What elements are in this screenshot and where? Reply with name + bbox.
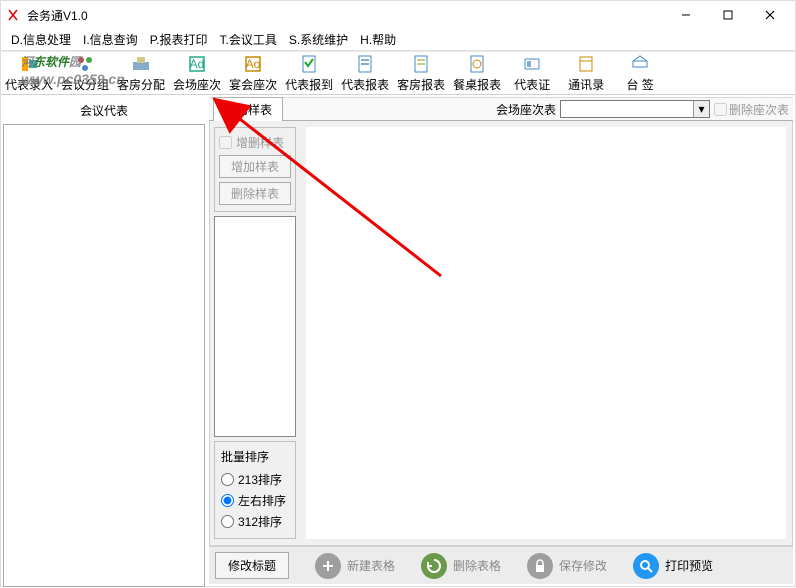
delegate-card-icon [522, 54, 542, 74]
tab-venue-sample[interactable]: 会场样表 [213, 97, 283, 121]
meeting-group-icon [75, 54, 95, 74]
menu-info-process[interactable]: D.信息处理 [5, 29, 77, 50]
tool-room-assign[interactable]: 客房分配 [113, 52, 169, 94]
sort-group-title: 批量排序 [221, 448, 289, 465]
chevron-down-icon: ▾ [693, 101, 709, 117]
tool-delegate-report[interactable]: 代表报表 [337, 52, 393, 94]
menubar: D.信息处理 I.信息查询 P.报表打印 T.会议工具 S.系统维护 H.帮助 [1, 29, 795, 51]
menu-report-print[interactable]: P.报表打印 [144, 29, 214, 50]
seat-table-label: 会场座次表 [496, 101, 556, 118]
tool-table-report[interactable]: 餐桌报表 [449, 52, 505, 94]
room-assign-icon [131, 54, 151, 74]
sort-213-radio[interactable]: 213排序 [221, 469, 289, 490]
toolbar: 代表录入 会议分组 客房分配 Ad 会场座次 Ao 宴会座次 代表报到 代表报表… [1, 51, 795, 95]
delegate-listbox[interactable] [3, 124, 205, 587]
tool-meeting-group[interactable]: 会议分组 [57, 52, 113, 94]
layout-canvas[interactable] [306, 127, 786, 539]
checkin-icon [299, 54, 319, 74]
magnifier-icon [633, 553, 659, 579]
close-button[interactable] [749, 2, 791, 28]
new-table-button[interactable]: 新建表格 [315, 553, 395, 579]
recycle-icon [421, 553, 447, 579]
menu-help[interactable]: H.帮助 [354, 29, 402, 50]
sample-group: 增删样表 增加样表 删除样表 [214, 127, 296, 212]
menu-meeting-tools[interactable]: T.会议工具 [213, 29, 282, 50]
tool-delegate-card[interactable]: 代表证 [505, 52, 559, 94]
print-preview-button[interactable]: 打印预览 [633, 553, 713, 579]
tab-bar: 会场样表 会场座次表 ▾ 删除座次表 [209, 97, 793, 121]
seat-table-combo[interactable]: ▾ [560, 100, 710, 118]
save-edit-button[interactable]: 保存修改 [527, 553, 607, 579]
delete-table-button[interactable]: 删除表格 [421, 553, 501, 579]
svg-text:Ao: Ao [246, 57, 261, 71]
banquet-seat-icon: Ao [243, 54, 263, 74]
lock-icon [527, 553, 553, 579]
left-panel: 会议代表 [1, 95, 207, 586]
delegate-entry-icon [19, 54, 39, 74]
add-sample-button[interactable]: 增加样表 [219, 155, 291, 178]
batch-sort-group: 批量排序 213排序 左右排序 312排序 [214, 441, 296, 539]
delete-seat-check[interactable]: 删除座次表 [714, 101, 789, 118]
menu-info-query[interactable]: I.信息查询 [77, 29, 144, 50]
window-title: 会务通V1.0 [27, 7, 88, 24]
tool-delegate-checkin[interactable]: 代表报到 [281, 52, 337, 94]
sort-312-radio[interactable]: 312排序 [221, 511, 289, 532]
left-panel-title: 会议代表 [3, 97, 205, 124]
nameplate-icon [630, 54, 650, 74]
sample-addremove-check[interactable]: 增删样表 [219, 134, 291, 151]
maximize-button[interactable] [707, 2, 749, 28]
venue-seat-icon: Ad [187, 54, 207, 74]
delegate-report-icon [355, 54, 375, 74]
tool-banquet-seat[interactable]: Ao 宴会座次 [225, 52, 281, 94]
tool-addressbook[interactable]: 通讯录 [559, 52, 613, 94]
addressbook-icon [576, 54, 596, 74]
tool-nameplate[interactable]: 台 签 [613, 52, 667, 94]
menu-system-maint[interactable]: S.系统维护 [283, 29, 354, 50]
svg-text:Ad: Ad [190, 57, 205, 71]
tool-room-report[interactable]: 客房报表 [393, 52, 449, 94]
minimize-button[interactable] [665, 2, 707, 28]
sample-listbox[interactable] [214, 216, 296, 437]
titlebar: 会务通V1.0 [1, 1, 795, 29]
tool-venue-seat[interactable]: Ad 会场座次 [169, 52, 225, 94]
bottom-bar: 修改标题 新建表格 删除表格 保存修改 打印预览 [209, 546, 793, 584]
table-report-icon [467, 54, 487, 74]
app-icon [5, 7, 21, 23]
sort-lr-radio[interactable]: 左右排序 [221, 490, 289, 511]
plus-icon [315, 553, 341, 579]
modify-title-button[interactable]: 修改标题 [215, 552, 289, 579]
delete-sample-button[interactable]: 删除样表 [219, 182, 291, 205]
tool-delegate-entry[interactable]: 代表录入 [1, 52, 57, 94]
room-report-icon [411, 54, 431, 74]
